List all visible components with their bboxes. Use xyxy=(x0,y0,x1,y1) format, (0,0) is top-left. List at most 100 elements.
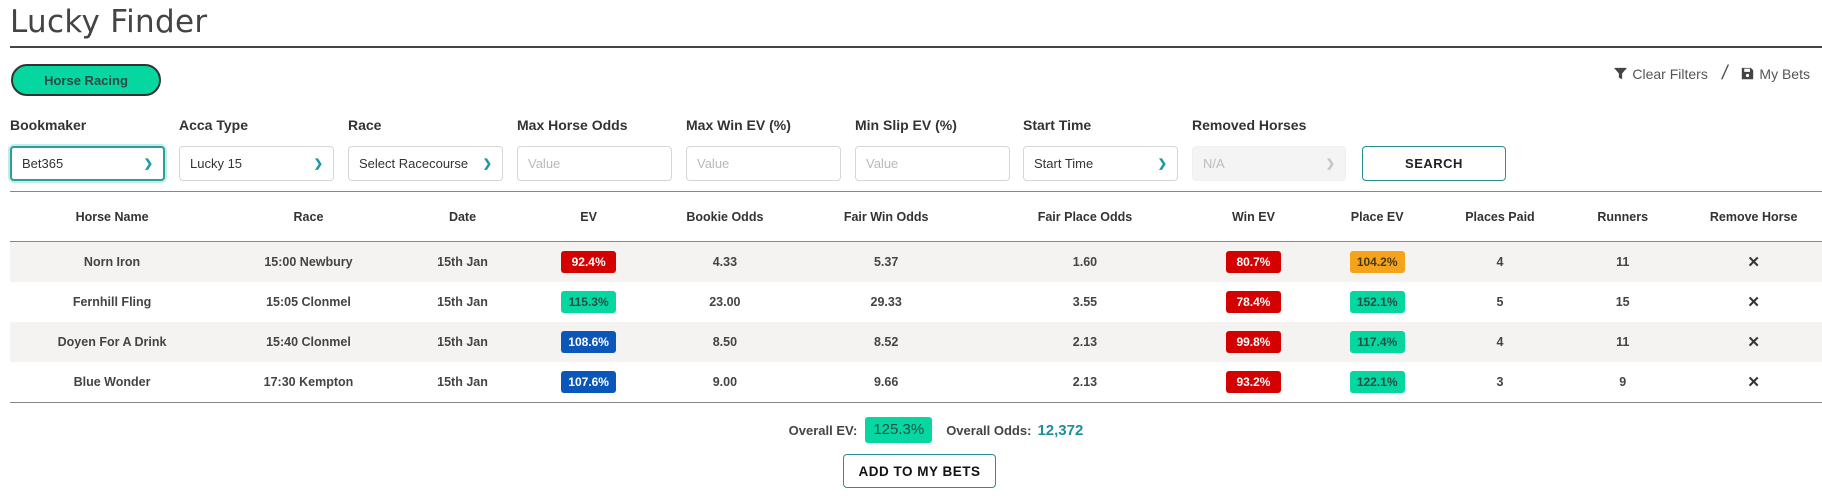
chevron-down-icon: ❯ xyxy=(1157,158,1167,170)
column-header: Fair Win Odds xyxy=(843,209,929,224)
max-horse-odds-input[interactable]: Value xyxy=(517,146,672,181)
top-links: Clear Filters / My Bets xyxy=(1614,62,1810,85)
fair-place-odds-cell: 2.13 xyxy=(1072,335,1098,349)
table-cell: 5.37 xyxy=(795,255,978,269)
table-cell: 23.00 xyxy=(655,295,795,309)
my-bets-link[interactable]: My Bets xyxy=(1741,66,1810,82)
link-separator: / xyxy=(1720,62,1730,84)
race-label: Race xyxy=(348,117,382,133)
max-win-ev-placeholder: Value xyxy=(697,156,730,171)
bookmaker-label: Bookmaker xyxy=(10,117,87,133)
race-cell: 15:40 Clonmel xyxy=(266,335,351,349)
table-cell: 4.33 xyxy=(655,255,795,269)
table-cell: 5 xyxy=(1440,295,1560,309)
overall-odds-value: 12,372 xyxy=(1037,421,1084,439)
table-cell: 11 xyxy=(1560,335,1685,349)
runners-cell: 11 xyxy=(1616,255,1630,269)
chevron-down-icon: ❯ xyxy=(482,158,492,170)
table-bottom-divider xyxy=(10,402,1822,403)
ev-badge: 92.4% xyxy=(561,251,617,273)
places-paid-cell: 3 xyxy=(1496,375,1504,389)
filter-icon xyxy=(1614,67,1628,80)
table-cell: 9.66 xyxy=(795,375,978,389)
table-cell: Fernhill Fling xyxy=(10,295,214,309)
table-cell: 9 xyxy=(1560,375,1685,389)
table-cell: 2.13 xyxy=(978,335,1193,349)
horse-racing-tab[interactable]: Horse Racing xyxy=(11,64,161,96)
start-time-filter: Start Time Start Time ❯ xyxy=(1023,117,1178,181)
max-win-ev-label: Max Win EV (%) xyxy=(686,117,791,133)
start-time-label: Start Time xyxy=(1023,117,1092,133)
min-slip-ev-label: Min Slip EV (%) xyxy=(855,117,957,133)
max-horse-odds-label: Max Horse Odds xyxy=(517,117,628,133)
table-cell: 152.1% xyxy=(1315,291,1440,313)
table-cell: 117.4% xyxy=(1315,331,1440,353)
bookmaker-select[interactable]: Bet365 ❯ xyxy=(10,146,165,181)
table-header: Horse Name Race Date EV Bookie Odds Fair Win … xyxy=(10,192,1822,241)
title-divider xyxy=(10,46,1822,48)
chevron-down-icon: ❯ xyxy=(143,158,153,170)
table-cell: 15:40 Clonmel xyxy=(214,335,403,349)
add-to-my-bets-button[interactable]: ADD TO MY BETS xyxy=(843,454,996,488)
removed-horses-filter: Removed Horses N/A ❯ xyxy=(1192,117,1346,181)
remove-horse-icon[interactable]: ✕ xyxy=(1747,373,1760,391)
start-time-select[interactable]: Start Time ❯ xyxy=(1023,146,1178,181)
date-cell: 15th Jan xyxy=(437,375,488,389)
horse-name-cell: Norn Iron xyxy=(83,255,141,269)
table-cell: 4 xyxy=(1440,255,1560,269)
max-horse-odds-placeholder: Value xyxy=(528,156,561,171)
table-row: Doyen For A Drink 15:40 Clonmel 15th Jan 10… xyxy=(10,322,1822,362)
bookie-odds-cell: 9.00 xyxy=(712,375,738,389)
chevron-down-icon: ❯ xyxy=(1325,158,1335,170)
fair-win-odds-cell: 9.66 xyxy=(873,375,899,389)
table-cell: 107.6% xyxy=(522,371,655,393)
column-header: Date xyxy=(448,209,477,224)
place-ev-badge: 104.2% xyxy=(1349,251,1405,273)
column-header: EV xyxy=(580,209,597,224)
fair-place-odds-cell: 1.60 xyxy=(1072,255,1098,269)
min-slip-ev-input[interactable]: Value xyxy=(855,146,1010,181)
win-ev-badge: 99.8% xyxy=(1225,331,1281,353)
remove-horse-icon[interactable]: ✕ xyxy=(1747,293,1760,311)
table-cell: 15 xyxy=(1560,295,1685,309)
bookie-odds-cell: 23.00 xyxy=(709,295,741,309)
acca-type-label: Acca Type xyxy=(179,117,248,133)
remove-horse-icon[interactable]: ✕ xyxy=(1747,333,1760,351)
clear-filters-link[interactable]: Clear Filters xyxy=(1614,66,1708,82)
table-cell: ✕ xyxy=(1685,253,1822,271)
remove-horse-icon[interactable]: ✕ xyxy=(1747,253,1760,271)
column-header: Place EV xyxy=(1350,209,1404,224)
acca-type-select[interactable]: Lucky 15 ❯ xyxy=(179,146,334,181)
win-ev-badge: 93.2% xyxy=(1225,371,1281,393)
overall-ev-label: Overall EV: xyxy=(788,422,858,438)
removed-horses-select[interactable]: N/A ❯ xyxy=(1192,146,1346,181)
fair-win-odds-cell: 5.37 xyxy=(873,255,899,269)
bookmaker-filter: Bookmaker Bet365 ❯ xyxy=(10,117,165,181)
places-paid-cell: 4 xyxy=(1496,335,1504,349)
max-win-ev-input[interactable]: Value xyxy=(686,146,841,181)
column-header: Remove Horse xyxy=(1709,209,1798,224)
column-header: Horse Name xyxy=(75,209,149,224)
places-paid-cell: 5 xyxy=(1496,295,1504,309)
place-ev-badge: 152.1% xyxy=(1349,291,1405,313)
bookmaker-value: Bet365 xyxy=(22,156,64,171)
search-button[interactable]: SEARCH xyxy=(1362,146,1506,181)
fair-place-odds-cell: 2.13 xyxy=(1072,375,1098,389)
column-header: Places Paid xyxy=(1465,209,1535,224)
table-cell: ✕ xyxy=(1685,333,1822,351)
table-row: Norn Iron 15:00 Newbury 15th Jan 92.4% 4.33 5… xyxy=(10,242,1822,282)
column-header: Bookie Odds xyxy=(686,209,764,224)
date-cell: 15th Jan xyxy=(437,335,488,349)
column-header: Race xyxy=(293,209,324,224)
min-slip-ev-placeholder: Value xyxy=(866,156,899,171)
ev-badge: 115.3% xyxy=(561,291,617,313)
place-ev-badge: 117.4% xyxy=(1349,331,1405,353)
table-cell: 29.33 xyxy=(795,295,978,309)
table-cell: 108.6% xyxy=(522,331,655,353)
horse-name-cell: Fernhill Fling xyxy=(72,295,152,309)
race-cell: 17:30 Kempton xyxy=(263,375,354,389)
race-select[interactable]: Select Racecourse ❯ xyxy=(348,146,503,181)
table-cell: 99.8% xyxy=(1192,331,1314,353)
fair-place-odds-cell: 3.55 xyxy=(1072,295,1098,309)
chevron-down-icon: ❯ xyxy=(313,158,323,170)
